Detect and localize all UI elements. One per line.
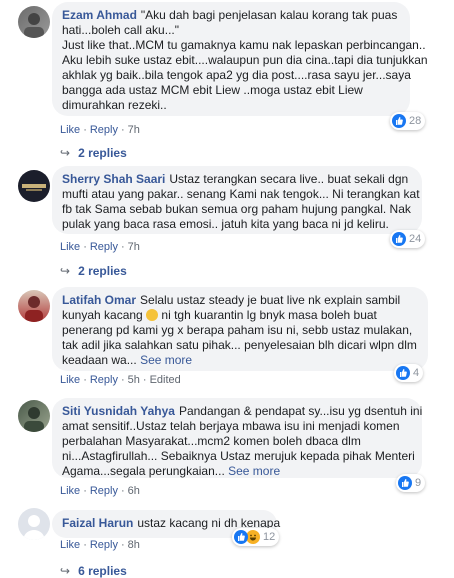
comment-text-line: hati...boleh call aku..." [62,23,179,37]
default-avatar-icon [23,515,45,540]
reply-arrow-icon: ↪ [60,146,71,160]
reaction-count[interactable]: 12 [232,528,280,546]
avatar[interactable] [18,6,50,38]
timestamp[interactable]: 7h [128,241,140,253]
haha-reaction-icon [246,530,260,544]
reaction-total: 24 [409,233,422,245]
timestamp[interactable]: 8h [128,539,140,551]
comment-text-line: kunyah kacang [62,308,143,322]
reaction-count[interactable]: 28 [390,112,426,130]
like-reaction-icon [398,476,412,490]
comment-text-line: fb tak Sama sebab bukan semua org paham … [62,202,411,216]
timestamp[interactable]: 7h [128,124,140,136]
comment-bubble: Latifah Omar Selalu ustaz steady je buat … [52,287,428,371]
commenter-name[interactable]: Faizal Harun [62,516,133,530]
edited-label: Edited [149,374,181,386]
comment-text-line: Ustaz terangkan secara live.. buat sekal… [169,172,409,186]
comment-text-line: penerang pd kami yg x berapa paham isu n… [62,323,413,337]
avatar-image-icon [22,184,46,191]
reaction-total: 12 [263,531,276,543]
see-more-link[interactable]: See more [140,353,192,367]
commenter-name[interactable]: Siti Yusnidah Yahya [62,404,175,418]
avatar-image-icon [24,13,44,38]
comment-text-line: dimurahkan rezeki.. [62,98,167,112]
comment-text-line: "Aku dah bagi penjelasan kalau korang ta… [140,8,398,22]
timestamp[interactable]: 6h [128,485,140,497]
avatar[interactable] [18,290,50,322]
comment-text-line: ni tgh kuarantin lg bnyk masa boleh buat [161,308,377,322]
timestamp[interactable]: 5h [128,374,140,386]
like-link[interactable]: Like [60,241,80,253]
reaction-count[interactable]: 4 [394,364,424,382]
comment-text-line: Pandangan & pendapat sy...isu yg dsentuh… [178,404,423,418]
comment-text-line: Aku lebih suke ustaz ebit....walaupun pu… [62,53,428,67]
reaction-count[interactable]: 24 [390,230,426,248]
comment-bubble: Ezam Ahmad "Aku dah bagi penjelasan kalau… [52,2,428,116]
avatar[interactable] [18,170,50,202]
comment-text-line: Selalu ustaz steady je buat live nk expl… [140,293,401,307]
comment-text-line: pulak yang baca rasa emosi.. jatuh kita … [62,217,389,231]
like-link[interactable]: Like [60,485,80,497]
comment-text-line: ni...Astagfirullah... Sebaiknya Ustaz me… [62,449,415,463]
replies-count: 2 replies [78,146,127,160]
comment-text-line: mufti atau yang pakar.. senang Kami nak … [62,187,420,201]
view-replies-link[interactable]: ↪ 2 replies [60,146,127,160]
comment-text-line: tak adil jika salahkan satu pihak... pen… [62,338,417,352]
comment-actions: Like · Reply · 5h · Edited [60,374,181,386]
thinking-emoji-icon [146,309,159,321]
comment-actions: Like · Reply · 6h [60,485,140,497]
avatar-image-icon [24,407,44,432]
avatar-image-icon [25,296,43,322]
like-link[interactable]: Like [60,539,80,551]
like-link[interactable]: Like [60,374,80,386]
comment-actions: Like · Reply · 7h [60,124,140,136]
comment-text-line: Just like that..MCM tu gamaknya kamu nak… [62,38,426,52]
commenter-name[interactable]: Ezam Ahmad [62,8,137,22]
comment-actions: Like · Reply · 7h [60,241,140,253]
avatar[interactable] [18,508,50,540]
reply-arrow-icon: ↪ [60,264,71,278]
comment-text-line: keadaan wa... [62,353,137,367]
reaction-count[interactable]: 9 [396,474,426,492]
like-reaction-icon [392,114,406,128]
reply-link[interactable]: Reply [90,374,118,386]
reply-link[interactable]: Reply [90,485,118,497]
comment-text-line: akhlak yg baik..bila tengok apa2 yg dia … [62,68,411,82]
reaction-total: 9 [415,477,422,489]
see-more-link[interactable]: See more [228,464,280,478]
like-link[interactable]: Like [60,124,80,136]
comment-text-line: perbalahan Masyarakat...mcm2 komen boleh… [62,434,361,448]
comment-actions: Like · Reply · 8h [60,539,140,551]
like-reaction-icon [234,530,248,544]
like-reaction-icon [396,366,410,380]
reply-link[interactable]: Reply [90,241,118,253]
comment-text-line: Agama...segala perungkaian... [62,464,225,478]
comment-text-line: bangga ada ustaz MCM ebit Liew ..moga us… [62,83,363,97]
reply-link[interactable]: Reply [90,124,118,136]
avatar[interactable] [18,400,50,432]
reaction-total: 28 [409,115,422,127]
comment-bubble: Sherry Shah Saari Ustaz terangkan secara … [52,166,422,234]
replies-count: 2 replies [78,264,127,278]
reply-link[interactable]: Reply [90,539,118,551]
comment-bubble: Siti Yusnidah Yahya Pandangan & pendapat … [52,398,422,478]
view-replies-link[interactable]: ↪ 2 replies [60,264,127,278]
reaction-total: 4 [413,367,420,379]
commenter-name[interactable]: Latifah Omar [62,293,136,307]
commenter-name[interactable]: Sherry Shah Saari [62,172,165,186]
like-reaction-icon [392,232,406,246]
comment-text-line: amat sensitif..Ustaz telah berjaya mbawa… [62,419,400,433]
